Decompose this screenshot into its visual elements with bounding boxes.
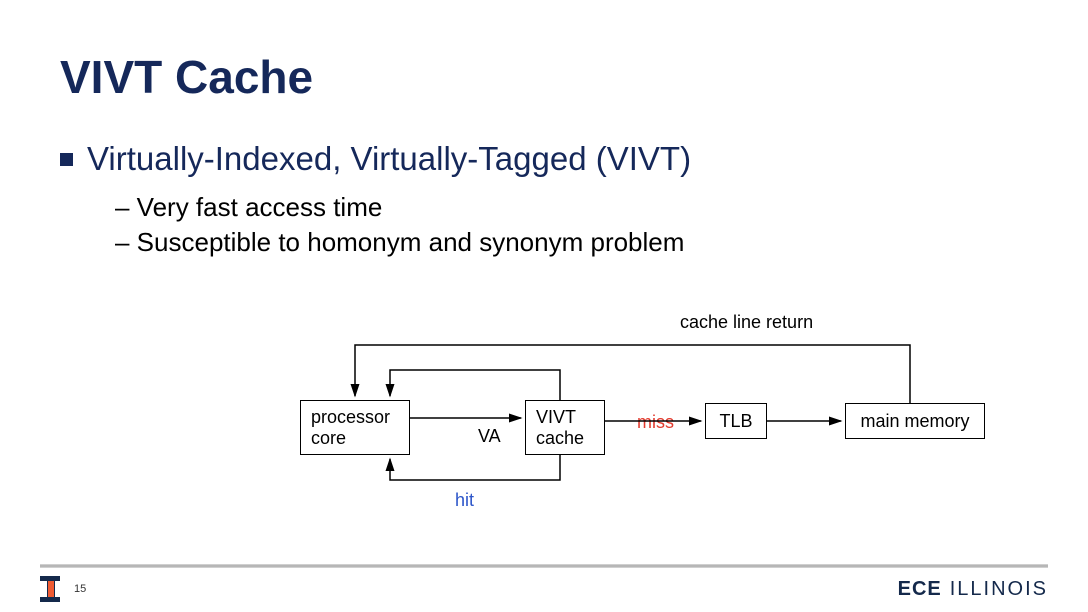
footer-divider [40,564,1048,568]
slide: VIVT Cache Virtually-Indexed, Virtually-… [0,0,1088,612]
bullet-level-2-list: – Very fast access time – Susceptible to… [115,190,684,260]
square-bullet-icon [60,153,73,166]
page-number: 15 [74,583,86,595]
illinois-block-i-logo [40,576,60,602]
footer: 15 ECE ILLINOIS [40,574,1048,604]
sub-bullet-1: – Very fast access time [115,190,684,225]
footer-right: ECE ILLINOIS [898,578,1048,601]
ece-wordmark: ECE [898,578,942,601]
sub-bullet-2: – Susceptible to homonym and synonym pro… [115,225,684,260]
bullet-text: Virtually-Indexed, Virtually-Tagged (VIV… [87,140,691,178]
diagram-arrows [300,300,1000,520]
bullet-level-1: Virtually-Indexed, Virtually-Tagged (VIV… [60,140,691,178]
footer-left: 15 [40,576,86,602]
slide-title: VIVT Cache [60,50,313,104]
vivt-diagram: processor core VIVT cache TLB main memor… [300,300,1000,520]
illinois-wordmark: ILLINOIS [950,578,1048,601]
